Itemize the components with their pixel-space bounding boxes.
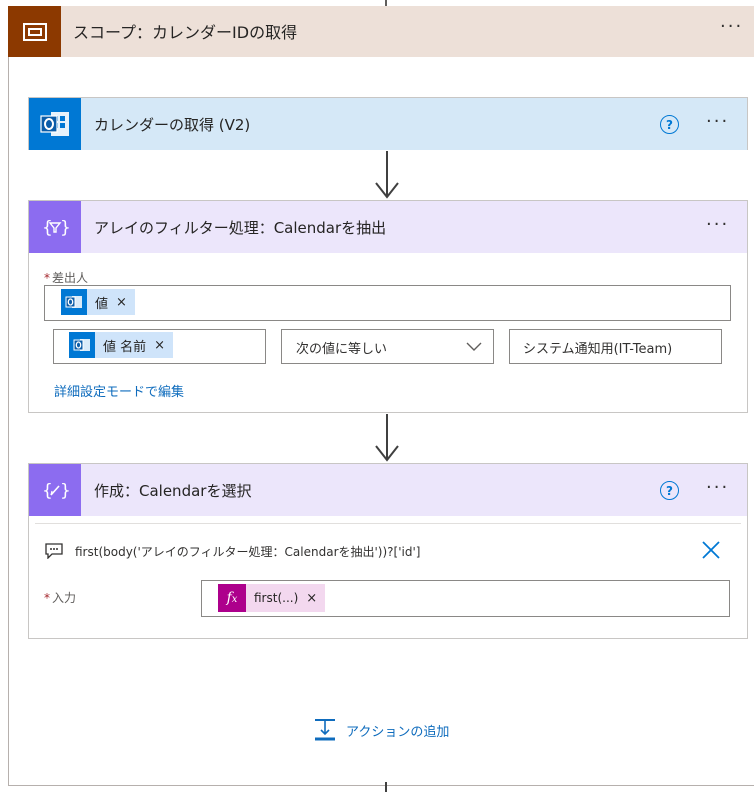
condition-value-field[interactable]: システム通知用(IT-Team) xyxy=(509,329,722,364)
add-action-label: アクションの追加 xyxy=(346,724,450,740)
from-label-text: 差出人 xyxy=(52,271,89,285)
scope-title: スコープ：カレンダーIDの取得 xyxy=(73,23,298,42)
expression-token-label: first(...) xyxy=(254,591,299,605)
condition-operator-value: 次の値に等しい xyxy=(296,342,388,357)
required-mark: * xyxy=(44,591,50,605)
outgoing-connector-line xyxy=(385,782,387,792)
outlook-calendar-icon xyxy=(29,98,81,150)
filter-array-icon: { } xyxy=(29,201,81,253)
condition-left-token[interactable]: 値 名前 × xyxy=(69,332,174,358)
remove-token-icon[interactable]: × xyxy=(154,338,173,353)
expression-comment: first(body('アレイのフィルター処理：Calendarを抽出'))?[… xyxy=(75,545,421,559)
from-value-token[interactable]: 値 × xyxy=(61,289,135,315)
advanced-mode-link[interactable]: 詳細設定モードで編集 xyxy=(54,381,184,400)
from-label: * 差出人 xyxy=(44,269,88,286)
compose-title: 作成：Calendarを選択 xyxy=(94,482,252,500)
arrow-down-icon xyxy=(375,182,399,199)
get-calendars-card[interactable]: カレンダーの取得 (V2) ? ··· xyxy=(28,97,748,150)
input-label-text: 入力 xyxy=(52,591,77,605)
comment-icon xyxy=(45,543,63,559)
chevron-down-icon xyxy=(466,342,482,351)
remove-token-icon[interactable]: × xyxy=(306,591,325,606)
condition-operator-dropdown[interactable]: 次の値に等しい xyxy=(281,329,494,364)
from-field[interactable] xyxy=(44,285,731,321)
from-token-label: 値 xyxy=(95,296,109,312)
divider xyxy=(35,523,741,524)
svg-text:}: } xyxy=(60,481,69,501)
filter-array-title: アレイのフィルター処理：Calendarを抽出 xyxy=(94,219,387,237)
input-label: * 入力 xyxy=(44,589,76,606)
add-action-button[interactable]: アクションの追加 xyxy=(314,718,449,742)
arrow-down-icon xyxy=(375,445,399,462)
svg-text:}: } xyxy=(60,218,69,238)
add-action-icon xyxy=(315,719,335,741)
remove-token-icon[interactable]: × xyxy=(116,295,135,310)
function-icon: fx xyxy=(218,584,246,612)
expression-token[interactable]: fx first(...) × xyxy=(218,584,326,612)
compose-more-button[interactable]: ··· xyxy=(706,477,729,498)
condition-left-token-label: 値 名前 xyxy=(103,339,147,355)
svg-text:{: { xyxy=(42,218,53,238)
get-calendars-more-button[interactable]: ··· xyxy=(706,111,729,132)
compose-icon: { } xyxy=(29,464,81,516)
required-mark: * xyxy=(44,271,50,285)
scope-more-options-button[interactable]: ··· xyxy=(720,16,743,37)
filter-array-more-button[interactable]: ··· xyxy=(706,214,729,235)
outlook-icon xyxy=(61,289,87,315)
condition-value-text: システム通知用(IT-Team) xyxy=(523,342,673,357)
scope-icon xyxy=(8,6,61,57)
help-icon[interactable]: ? xyxy=(660,115,679,134)
close-icon[interactable] xyxy=(701,540,721,560)
get-calendars-title: カレンダーの取得 (V2) xyxy=(94,116,251,134)
outlook-icon xyxy=(69,332,95,358)
help-icon[interactable]: ? xyxy=(660,481,679,500)
svg-text:{: { xyxy=(42,481,53,501)
